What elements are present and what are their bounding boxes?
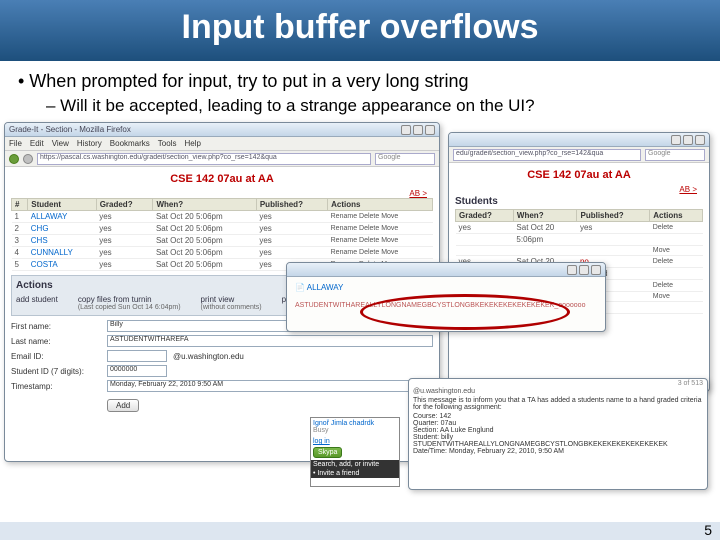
action-add-student[interactable]: add student: [16, 295, 58, 304]
slide-footer: [0, 522, 720, 540]
table-row: yesSat Oct 20yesDelete: [456, 222, 703, 234]
email-body: This message is to inform you that a TA …: [409, 395, 707, 413]
email-to: @u.washington.edu: [409, 388, 707, 395]
action-copy-files[interactable]: copy files from turnin(Last copied Sun O…: [78, 295, 181, 311]
search-field[interactable]: Google: [375, 153, 435, 165]
email-window: 3 of 513 @u.washington.edu This message …: [408, 378, 708, 490]
bullet-list: • When prompted for input, try to put in…: [0, 61, 720, 122]
screenshot-collage: Grade-It - Section - Mozilla Firefox Fil…: [0, 122, 720, 492]
table-row: 3CHSyesSat Oct 20 5:06pmyesRename Delete…: [12, 235, 433, 247]
breadcrumb[interactable]: AB >: [455, 185, 703, 194]
table-row: Move: [456, 246, 703, 256]
overflow-detail-window: 📄 ALLAWAY ASTUDENTWITHAREALLYLONGNAMEGBC…: [286, 262, 606, 332]
menu-bookmarks[interactable]: Bookmarks: [110, 139, 150, 148]
email-label: Email ID:: [11, 352, 101, 361]
email-count: 3 of 513: [409, 379, 707, 388]
menu-view[interactable]: View: [52, 139, 69, 148]
col-actions: Actions: [328, 199, 433, 211]
search-field[interactable]: Google: [645, 149, 705, 161]
last-name-field[interactable]: ASTUDENTWITHAREFA: [107, 335, 433, 347]
second-titlebar: [449, 133, 709, 147]
add-student-form: First name:Billy Last name:ASTUDENTWITHA…: [11, 320, 433, 412]
chat-send-button[interactable]: Skypa: [313, 447, 342, 458]
chat-line: Ignoř Jimla chadrdk: [313, 420, 397, 427]
overflow-titlebar: [287, 263, 605, 277]
menu-edit[interactable]: Edit: [30, 139, 44, 148]
first-name-label: First name:: [11, 322, 101, 331]
slide-title: Input buffer overflows: [0, 0, 720, 61]
table-row: 4CUNNALLYyesSat Oct 20 5:06pmyesRename D…: [12, 247, 433, 259]
col-when: When?: [153, 199, 256, 211]
chat-searchbar[interactable]: Search, add, or invite: [311, 460, 399, 469]
url-field[interactable]: https://pascal.cs.washington.edu/gradeit…: [37, 153, 371, 165]
menu-help[interactable]: Help: [184, 139, 200, 148]
menu-file[interactable]: File: [9, 139, 22, 148]
add-button[interactable]: Add: [107, 399, 139, 412]
students-table: # Student Graded? When? Published? Actio…: [11, 198, 433, 271]
slide-number: 5: [704, 522, 712, 538]
firefox-menubar[interactable]: File Edit View History Bookmarks Tools H…: [5, 137, 439, 151]
firefox-titlebar: Grade-It - Section - Mozilla Firefox: [5, 123, 439, 137]
second-addressbar: edu/gradeit/section_view.php?co_rse=142&…: [449, 147, 709, 163]
overflow-student-name: 📄 ALLAWAY: [295, 283, 597, 292]
email-field[interactable]: [107, 350, 167, 362]
col-graded: Graded?: [96, 199, 153, 211]
overflow-long-value: ASTUDENTWITHAREALLYLONGNAMEGBCYSTLONGBKE…: [295, 302, 597, 309]
menu-history[interactable]: History: [77, 139, 102, 148]
table-row: 2CHGyesSat Oct 20 5:06pmyesRename Delete…: [12, 223, 433, 235]
window-controls[interactable]: [671, 135, 705, 145]
col-student: Student: [28, 199, 96, 211]
sid-label: Student ID (7 digits):: [11, 367, 101, 376]
action-print[interactable]: print view(without comments): [201, 295, 262, 311]
window-title: Grade-It - Section - Mozilla Firefox: [9, 125, 131, 134]
menu-tools[interactable]: Tools: [158, 139, 177, 148]
chat-status: Busy: [313, 427, 397, 434]
chat-link[interactable]: log in: [313, 438, 397, 445]
last-name-label: Last name:: [11, 337, 101, 346]
page-heading: CSE 142 07au at AA: [11, 173, 433, 185]
table-row: 5:06pm: [456, 234, 703, 246]
forward-button[interactable]: [23, 154, 33, 164]
col-num: #: [12, 199, 28, 211]
col-published: Published?: [256, 199, 327, 211]
chat-invite[interactable]: • Invite a friend: [311, 469, 399, 478]
chat-window: Ignoř Jimla chadrdk Busy log in Skypa Se…: [310, 417, 400, 487]
timestamp-field[interactable]: Monday, February 22, 2010 9:50 AM: [107, 380, 433, 392]
window-controls[interactable]: [401, 125, 435, 135]
timestamp-label: Timestamp:: [11, 382, 101, 391]
back-button[interactable]: [9, 154, 19, 164]
url-field[interactable]: edu/gradeit/section_view.php?co_rse=142&…: [453, 149, 641, 161]
firefox-addressbar: https://pascal.cs.washington.edu/gradeit…: [5, 151, 439, 167]
email-fields: Course: 142 Quarter: 07au Section: AA Lu…: [409, 413, 707, 455]
page-heading: CSE 142 07au at AA: [455, 169, 703, 181]
students-heading: Students: [455, 196, 703, 207]
bullet-2: – Will it be accepted, leading to a stra…: [46, 96, 702, 116]
table-row: 1ALLAWAYyesSat Oct 20 5:06pmyesRename De…: [12, 211, 433, 223]
breadcrumb[interactable]: AB >: [11, 189, 433, 198]
email-suffix: @u.washington.edu: [173, 352, 244, 361]
sid-field[interactable]: 0000000: [107, 365, 167, 377]
bullet-1: • When prompted for input, try to put in…: [18, 71, 702, 92]
